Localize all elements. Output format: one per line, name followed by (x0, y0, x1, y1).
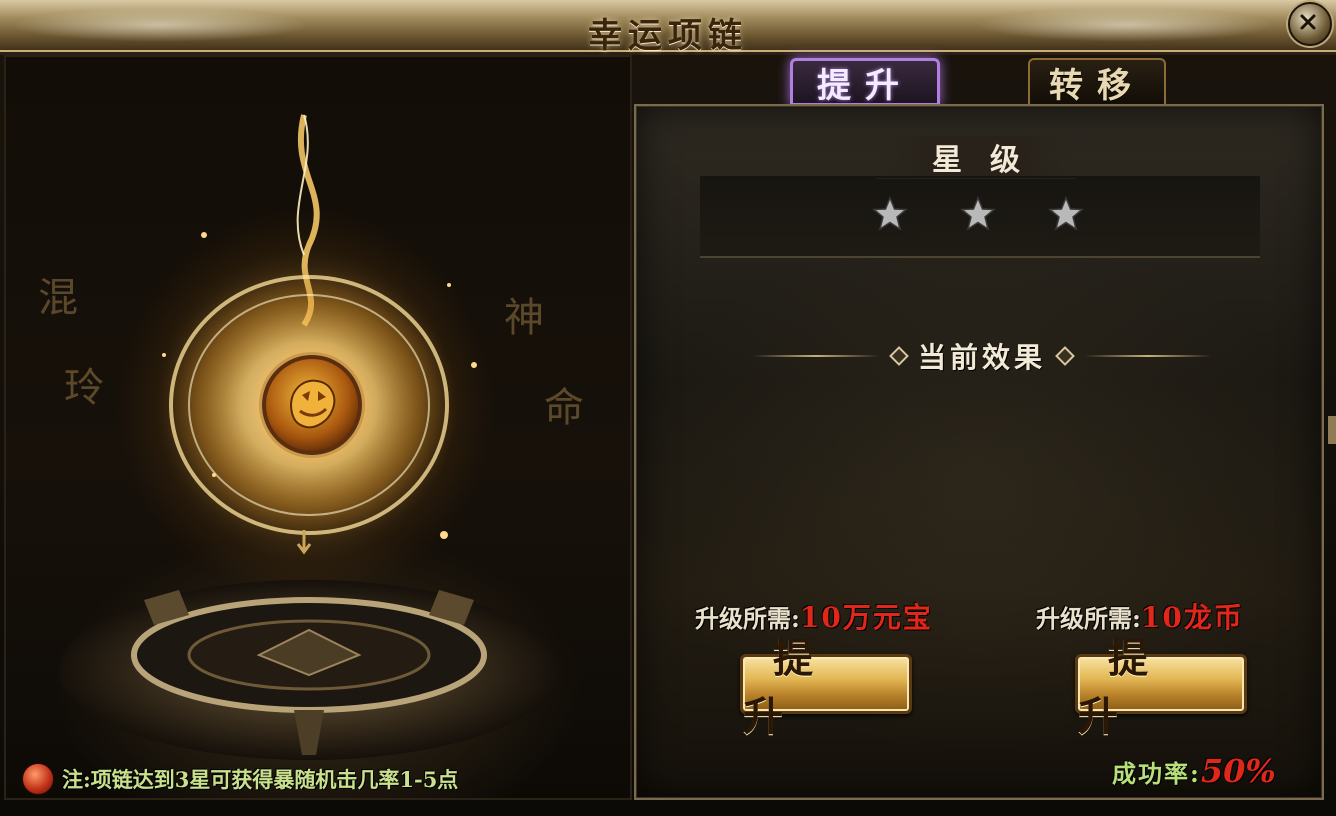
diamond-ornament-icon (889, 346, 909, 366)
tab-upgrade[interactable]: 提升 (790, 58, 940, 106)
current-effect-header: 当前效果 (752, 336, 1213, 376)
rune-glyph: 神 (504, 295, 544, 341)
upgrade-with-ingots-button[interactable]: 提升 (740, 635, 912, 740)
golden-beast-necklace-icon (290, 379, 336, 429)
success-rate-label: 成功率: (1112, 759, 1201, 788)
game-window: 幸运项链 混 玲 神 命 注:项链达到3星可获得暴随机击几率1-5点 提升 转移… (0, 0, 1336, 816)
divider (1084, 355, 1213, 357)
success-rate: 成功率: 50% (1112, 752, 1276, 792)
star-level-header: 星级 (876, 136, 1076, 179)
window-title: 幸运项链 (588, 16, 748, 56)
rune-glyph: 混 (38, 275, 78, 321)
upgrade-with-coins-button[interactable]: 提升 (1075, 635, 1247, 740)
close-icon (1300, 14, 1316, 30)
close-button[interactable] (1288, 2, 1332, 46)
success-rate-value: 50% (1200, 752, 1276, 790)
tab-transfer[interactable]: 转移 (1028, 58, 1166, 106)
star-icon (872, 196, 908, 231)
rune-glyph: 玲 (64, 365, 104, 411)
star-icon (1048, 196, 1084, 231)
star-icon (960, 196, 996, 231)
necklace-item-slot[interactable] (262, 355, 362, 455)
side-scroll-handle[interactable] (1328, 416, 1336, 444)
necklace-scene: 混 玲 神 命 (4, 55, 632, 800)
fire-gem-icon (22, 763, 54, 795)
current-effect-title: 当前效果 (918, 341, 1047, 374)
diamond-ornament-icon (1055, 346, 1075, 366)
divider (752, 355, 880, 357)
title-bar: 幸运项链 (0, 0, 1336, 56)
note-text: 注:项链达到3星可获得暴随机击几率1-5点 (62, 767, 459, 792)
note-line: 注:项链达到3星可获得暴随机击几率1-5点 (22, 762, 458, 796)
rune-glyph: 命 (544, 385, 584, 431)
